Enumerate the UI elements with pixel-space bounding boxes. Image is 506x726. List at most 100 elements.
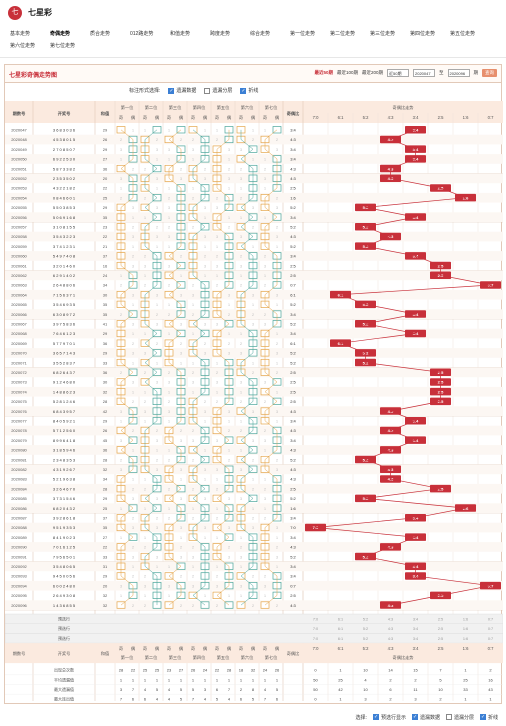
- omission-value: 2: [252, 517, 254, 521]
- omission-value: 3: [192, 148, 194, 152]
- omission-value: 3: [252, 410, 254, 414]
- checkbox-icon[interactable]: ✓: [411, 714, 418, 721]
- nav-item-7[interactable]: 第一位走势: [290, 30, 330, 42]
- omission-value: 3: [168, 381, 170, 385]
- ratio-marker-label: 2:5: [438, 263, 445, 268]
- bottom-option-3[interactable]: ✓ 折线: [479, 714, 498, 721]
- bottom-option-2[interactable]: 遗漏分层: [445, 714, 474, 721]
- omission-value: 3: [228, 148, 230, 152]
- stat-ratio-value: 2: [439, 697, 442, 701]
- omission-value: 2: [132, 604, 134, 608]
- omission-value: 3: [264, 497, 266, 501]
- omission-value: 2: [216, 371, 218, 375]
- near-100-link[interactable]: 最近100期: [337, 70, 358, 76]
- ratio-marker-label: 3:4: [413, 535, 420, 540]
- option-1[interactable]: 遗漏分层: [204, 87, 232, 94]
- query-button[interactable]: 查询: [482, 69, 497, 77]
- from-input[interactable]: 2020047: [413, 69, 435, 77]
- nav-item-5[interactable]: 跨度走势: [210, 30, 250, 42]
- row-issue: 2020050: [11, 157, 27, 162]
- omission-value: 2: [192, 196, 194, 200]
- stat-value: 5: [156, 687, 159, 692]
- checkbox-icon[interactable]: ✓: [372, 714, 379, 721]
- ratio-marker-label: 4:3: [388, 467, 395, 472]
- row-issue: 2020058: [11, 234, 27, 239]
- stat-value: 7: [120, 697, 123, 701]
- row-ratio: 4:3: [290, 428, 296, 433]
- bottom-option-1[interactable]: ✓ 遗漏数据: [411, 714, 440, 721]
- predict-row-label: 预选行: [58, 616, 70, 622]
- nav-item-12[interactable]: 第六位走势: [10, 42, 50, 54]
- stat-value: 1: [132, 677, 135, 682]
- nav-item-0[interactable]: 基本走势: [10, 30, 50, 42]
- row-numbers: 6 2 9 1 4 0 2: [53, 273, 76, 278]
- row-stripe: [5, 289, 503, 300]
- omission-value: 2: [132, 255, 134, 259]
- nav-item-13[interactable]: 第七位走势: [50, 42, 90, 54]
- stat-value: 1: [192, 677, 195, 682]
- checkbox-icon[interactable]: [204, 87, 211, 94]
- omission-value: 3: [216, 468, 218, 472]
- omission-value: 2: [144, 284, 146, 288]
- checkbox-icon[interactable]: ✓: [479, 714, 486, 721]
- row-ratio: 4:3: [290, 234, 296, 239]
- row-sum: 22: [103, 545, 108, 550]
- row-sum: 29: [103, 496, 108, 501]
- row-numbers: 3 5 4 3 2 2 3: [53, 234, 76, 239]
- omission-value: 2: [228, 458, 230, 462]
- nav-item-11[interactable]: 第五位走势: [450, 30, 490, 42]
- stat-value: 3: [120, 687, 123, 692]
- omission-value: 1: [240, 565, 242, 569]
- row-issue: 2020064: [11, 292, 27, 297]
- row-issue: 2020069: [11, 341, 27, 346]
- checkbox-icon[interactable]: [445, 714, 452, 721]
- row-ratio: 3:4: [290, 147, 296, 152]
- nav-item-4[interactable]: 和值走势: [170, 30, 210, 42]
- omission-value: 2: [180, 138, 182, 142]
- stat-label: 最大连出值: [54, 696, 74, 701]
- to-input[interactable]: 2020096: [447, 69, 470, 77]
- omission-value: 3: [264, 439, 266, 443]
- option-0[interactable]: ✓ 遗漏数据: [168, 87, 196, 94]
- near-50-link[interactable]: 最近50期: [314, 70, 333, 76]
- option-2[interactable]: ✓ 折线: [240, 87, 258, 94]
- omission-value: 1: [144, 332, 146, 336]
- row-ratio: 2:5: [290, 486, 296, 491]
- stat-value: 4: [168, 697, 171, 701]
- omission-value: 1: [144, 507, 146, 511]
- footer-ratio-col: 4:3: [388, 646, 394, 651]
- nav-item-6[interactable]: 综合走势: [250, 30, 290, 42]
- stat-value: 28: [119, 668, 124, 673]
- period-select[interactable]: 近50期: [387, 69, 409, 77]
- nav-item-1[interactable]: 奇偶走势: [50, 30, 90, 42]
- omission-value: 3: [168, 584, 170, 588]
- omission-value: 1: [192, 507, 194, 511]
- ratio-marker-label: 2:5: [438, 380, 445, 385]
- near-200-link[interactable]: 最近200期: [362, 70, 383, 76]
- omission-value: 1: [276, 245, 278, 249]
- omission-value: 1: [264, 478, 266, 482]
- nav-item-9[interactable]: 第三位走势: [370, 30, 410, 42]
- checkbox-icon[interactable]: ✓: [168, 87, 175, 94]
- checkbox-icon[interactable]: ✓: [240, 87, 247, 94]
- omission-value: 3: [192, 439, 194, 443]
- omission-value: 1: [204, 478, 206, 482]
- bottom-option-label: 折线: [487, 714, 498, 721]
- stat-value: 7: [132, 687, 135, 692]
- row-ratio: 5:2: [290, 457, 296, 462]
- omission-value: 3: [168, 206, 170, 210]
- omission-value: 1: [168, 129, 170, 133]
- nav-item-10[interactable]: 第四位走势: [410, 30, 450, 42]
- logo-icon[interactable]: 七: [8, 6, 22, 20]
- nav-item-8[interactable]: 第二位走势: [330, 30, 370, 42]
- nav-item-2[interactable]: 质合走势: [90, 30, 130, 42]
- omission-value: 3: [120, 177, 122, 181]
- row-numbers: 6 3 0 8 9 7 2: [53, 312, 76, 317]
- row-numbers: 5 2 8 1 2 4 6: [53, 399, 76, 404]
- row-sum: 32: [103, 593, 108, 598]
- site-name[interactable]: 七星彩: [28, 7, 52, 18]
- row-issue: 2020082: [11, 467, 27, 472]
- row-numbers: 8 4 0 5 9 2 1: [53, 419, 76, 424]
- nav-item-3[interactable]: 012路走势: [130, 30, 170, 42]
- bottom-option-0[interactable]: ✓ 预选行显示: [372, 714, 406, 721]
